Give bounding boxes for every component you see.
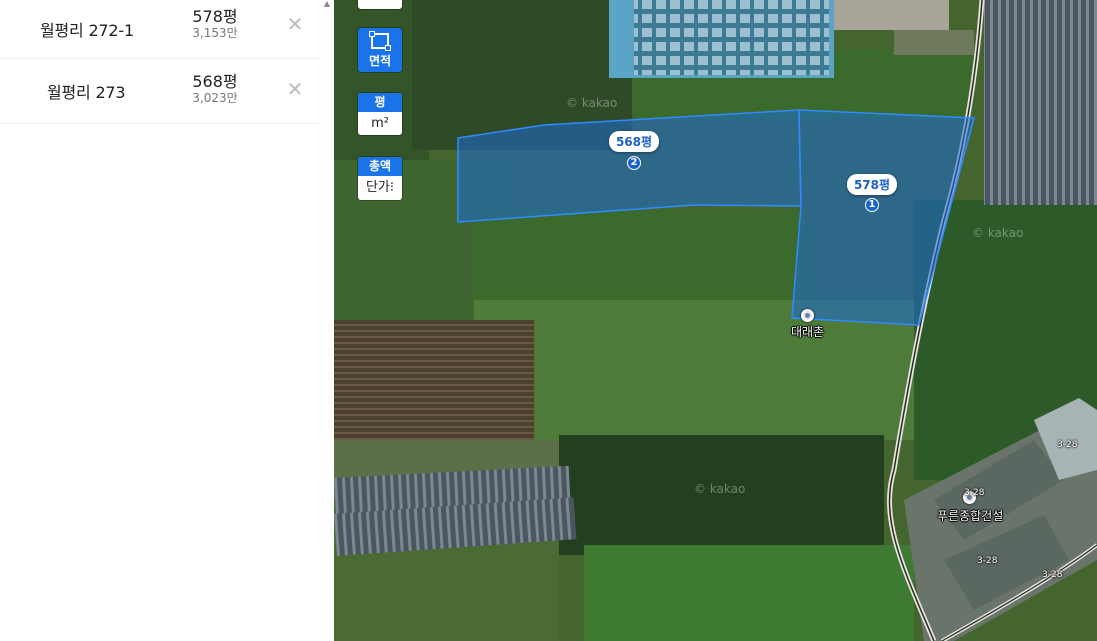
price-unit-option[interactable]: 단가⁝ xyxy=(358,176,402,200)
map-road-label: 3-28 xyxy=(964,488,985,498)
unit-pyeong-option[interactable]: 평 xyxy=(358,93,402,112)
parcel-name: 월평리 273 xyxy=(47,83,126,102)
map-watermark: © kakao xyxy=(694,482,746,496)
list-item[interactable]: 월평리 272-1 578평 3,153만 ✕ xyxy=(0,0,320,59)
map-road-label: 3-28 xyxy=(977,556,998,566)
close-icon[interactable]: ✕ xyxy=(284,77,306,101)
satellite-imagery xyxy=(334,0,1097,641)
parcel-price: 3,023만 xyxy=(192,91,238,105)
map-road-label: 3-28 xyxy=(1042,570,1063,580)
scroll-up-arrow-icon[interactable]: ▲ xyxy=(322,0,332,8)
satellite-map[interactable]: © kakao © kakao © kakao 면적 평 m² 총액 단가⁝ 5… xyxy=(334,0,1097,641)
unit-sqm-option[interactable]: m² xyxy=(358,112,402,135)
parcel-number-badge-1: 1 xyxy=(865,198,879,212)
parcel-area: 568평 xyxy=(192,72,238,91)
parcel-area: 578평 xyxy=(192,7,238,26)
parcel-list-panel: 월평리 272-1 578평 3,153만 ✕ 월평리 273 568평 3,0… xyxy=(0,0,334,641)
map-control-stub[interactable] xyxy=(358,0,402,9)
price-total-option[interactable]: 총액 xyxy=(358,157,402,176)
poi-marker-icon[interactable] xyxy=(801,309,814,322)
parcel-area-block: 568평 3,023만 xyxy=(175,72,255,106)
price-toggle[interactable]: 총액 단가⁝ xyxy=(358,157,402,200)
map-road-label: 3-28 xyxy=(1057,440,1078,450)
parcel-area-label-2[interactable]: 568평 xyxy=(608,131,660,152)
list-item[interactable]: 월평리 273 568평 3,023만 ✕ xyxy=(0,59,320,124)
app-root: 월평리 272-1 578평 3,153만 ✕ 월평리 273 568평 3,0… xyxy=(0,0,1097,641)
unit-toggle[interactable]: 평 m² xyxy=(358,93,402,135)
area-select-icon xyxy=(369,31,391,51)
parcel-price: 3,153만 xyxy=(192,26,238,40)
area-measure-button[interactable]: 면적 xyxy=(358,28,402,72)
parcel-list: 월평리 272-1 578평 3,153만 ✕ 월평리 273 568평 3,0… xyxy=(0,0,320,124)
parcel-name: 월평리 272-1 xyxy=(40,21,134,40)
close-icon[interactable]: ✕ xyxy=(284,12,306,36)
parcel-area-block: 578평 3,153만 xyxy=(175,7,255,41)
poi-label[interactable]: 푸른종합건설 xyxy=(937,507,1003,524)
parcel-number-badge-2: 2 xyxy=(627,156,641,170)
poi-label[interactable]: 대래촌 xyxy=(791,323,824,340)
map-watermark: © kakao xyxy=(566,96,618,110)
parcel-area-label-1[interactable]: 578평 xyxy=(846,174,898,195)
area-measure-label: 면적 xyxy=(368,54,392,68)
map-watermark: © kakao xyxy=(972,226,1024,240)
